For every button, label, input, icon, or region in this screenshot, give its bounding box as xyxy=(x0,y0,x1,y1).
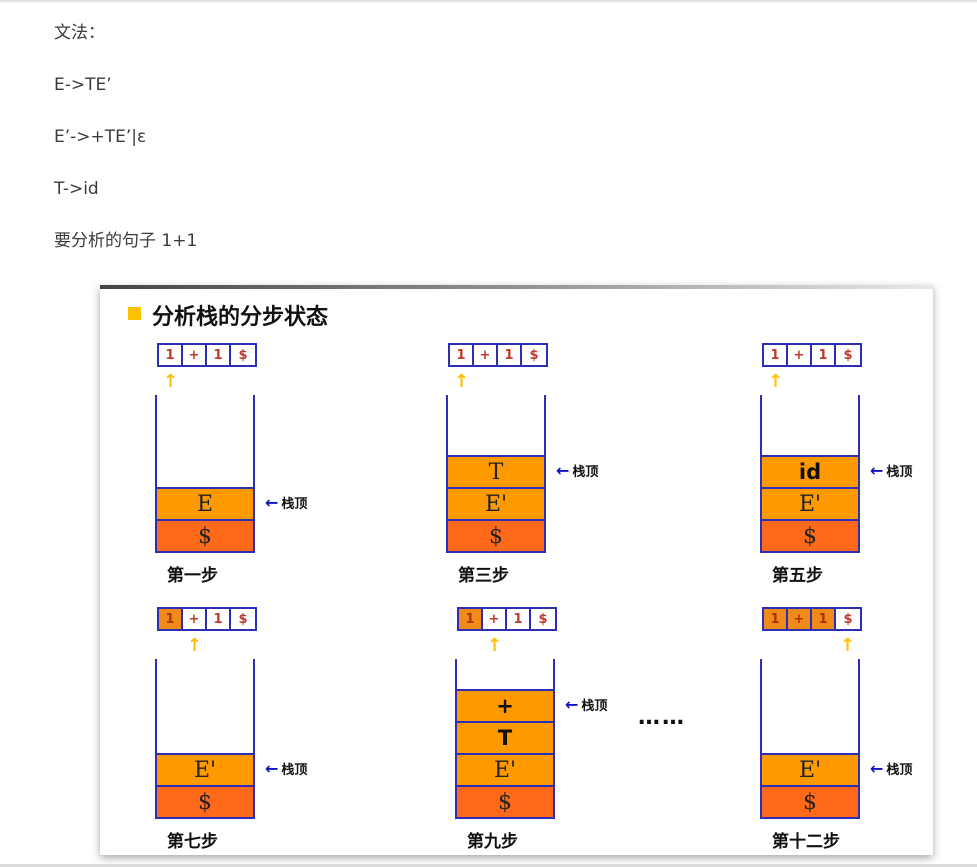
stack-symbol: E' xyxy=(446,489,546,521)
left-arrow-icon: ← xyxy=(265,493,279,512)
stack-top-label: 栈顶 xyxy=(281,497,308,512)
input-pointer-icon: ↑ xyxy=(487,635,503,656)
stack-symbol: E' xyxy=(760,753,860,787)
input-symbol: 1 xyxy=(207,345,231,365)
parse-stack-figure: 分析栈的分步状态 …… 1 +1 $ ↑ E ← 栈顶 $ 第一步 1 +1 $ ↑ T ← 栈顶 E' $ 第三步… xyxy=(100,285,933,855)
stack-symbol: $ xyxy=(155,521,255,553)
left-arrow-icon: ← xyxy=(556,461,570,480)
stack-top-label: 栈顶 xyxy=(886,763,913,778)
input-pointer-icon: ↑ xyxy=(454,371,470,392)
stack-symbol: E' xyxy=(455,755,555,787)
input-symbol: + xyxy=(788,609,812,629)
stack-symbol: E' xyxy=(760,489,860,521)
input-tape: 1 +1 $ xyxy=(762,343,862,367)
input-symbol: 1 xyxy=(498,345,522,365)
input-symbol: $ xyxy=(843,347,853,363)
stack-top-marker: ← 栈顶 xyxy=(870,759,912,778)
input-tape: 1 +1 $ xyxy=(157,607,257,631)
input-pointer-icon: ↑ xyxy=(840,635,856,656)
input-symbol: $ xyxy=(238,347,248,363)
grammar-rule-2: E’->+TE’|ε xyxy=(54,127,147,147)
input-tape: 1 +1 $ xyxy=(157,343,257,367)
input-symbol: + xyxy=(183,345,207,365)
left-arrow-icon: ← xyxy=(870,759,884,778)
stack-top-label: 栈顶 xyxy=(572,465,599,480)
input-symbol: $ xyxy=(529,347,539,363)
input-symbol: 1 xyxy=(812,345,836,365)
title-bullet-icon xyxy=(128,307,141,320)
input-symbol: + xyxy=(483,609,507,629)
stack-top-marker: ← 栈顶 xyxy=(265,493,307,512)
stack-top-marker: ← 栈顶 xyxy=(565,695,607,714)
input-symbol: 1 xyxy=(207,609,231,629)
step-label: 第三步 xyxy=(458,566,509,586)
input-symbol: 1 xyxy=(764,609,788,629)
grammar-rule-1: E->TE’ xyxy=(54,75,112,95)
step-label: 第七步 xyxy=(167,832,218,852)
input-pointer-icon: ↑ xyxy=(768,371,784,392)
stack-top-label: 栈顶 xyxy=(886,465,913,480)
stack-top-marker: ← 栈顶 xyxy=(556,461,598,480)
input-symbol: 1 xyxy=(812,609,836,629)
input-symbol: + xyxy=(474,345,498,365)
stack-top-label: 栈顶 xyxy=(581,699,608,714)
stack-symbol: $ xyxy=(760,521,860,553)
stack-symbol: $ xyxy=(760,787,860,819)
input-pointer-icon: ↑ xyxy=(187,635,203,656)
left-arrow-icon: ← xyxy=(565,695,579,714)
stack-panel: 1 +1 $ ↑ + ← 栈顶 T E' $ 第九步 xyxy=(455,607,655,867)
input-symbol: 1 xyxy=(159,345,183,365)
stack-symbol: E' xyxy=(155,753,255,787)
stack-panel: 1 +1 $ ↑ E' ← 栈顶 $ 第十二步 xyxy=(760,607,960,867)
left-arrow-icon: ← xyxy=(265,759,279,778)
input-symbol: 1 xyxy=(507,609,531,629)
stack-panel: 1 +1 $ ↑ E' ← 栈顶 $ 第七步 xyxy=(155,607,355,867)
stack-panel: 1 +1 $ ↑ T ← 栈顶 E' $ 第三步 xyxy=(446,343,646,603)
stack-symbol: + xyxy=(455,689,555,723)
stack-symbol: T xyxy=(455,723,555,755)
stack-symbol: id xyxy=(760,455,860,489)
input-symbol: 1 xyxy=(764,345,788,365)
input-symbol: $ xyxy=(843,611,853,627)
input-pointer-icon: ↑ xyxy=(163,371,179,392)
step-label: 第一步 xyxy=(167,566,218,586)
figure-title: 分析栈的分步状态 xyxy=(152,305,329,330)
left-arrow-icon: ← xyxy=(870,461,884,480)
step-label: 第十二步 xyxy=(772,832,840,852)
stack-top-label: 栈顶 xyxy=(281,763,308,778)
step-label: 第五步 xyxy=(772,566,823,586)
input-symbol: + xyxy=(183,609,207,629)
stack-symbol: $ xyxy=(155,787,255,819)
stack-symbol: $ xyxy=(446,521,546,553)
input-tape: 1 +1 $ xyxy=(448,343,548,367)
input-symbol: $ xyxy=(238,611,248,627)
top-border xyxy=(0,0,977,4)
stack-symbol: T xyxy=(446,455,546,489)
grammar-rule-3: T->id xyxy=(54,179,99,199)
stack-top-marker: ← 栈顶 xyxy=(265,759,307,778)
input-symbol: 1 xyxy=(450,345,474,365)
step-label: 第九步 xyxy=(467,832,518,852)
stack-panel: 1 +1 $ ↑ E ← 栈顶 $ 第一步 xyxy=(155,343,355,603)
input-symbol: 1 xyxy=(459,609,483,629)
stack-symbol: E xyxy=(155,487,255,521)
stack-symbol: $ xyxy=(455,787,555,819)
input-tape: 1 +1 $ xyxy=(762,607,862,631)
input-symbol: 1 xyxy=(159,609,183,629)
sentence-to-analyze: 要分析的句子 1+1 xyxy=(54,231,198,251)
figure-top-line xyxy=(100,285,933,289)
input-tape: 1 +1 $ xyxy=(457,607,557,631)
grammar-heading: 文法： xyxy=(54,23,105,43)
stack-top-marker: ← 栈顶 xyxy=(870,461,912,480)
input-symbol: $ xyxy=(538,611,548,627)
input-symbol: + xyxy=(788,345,812,365)
stack-panel: 1 +1 $ ↑ id ← 栈顶 E' $ 第五步 xyxy=(760,343,960,603)
